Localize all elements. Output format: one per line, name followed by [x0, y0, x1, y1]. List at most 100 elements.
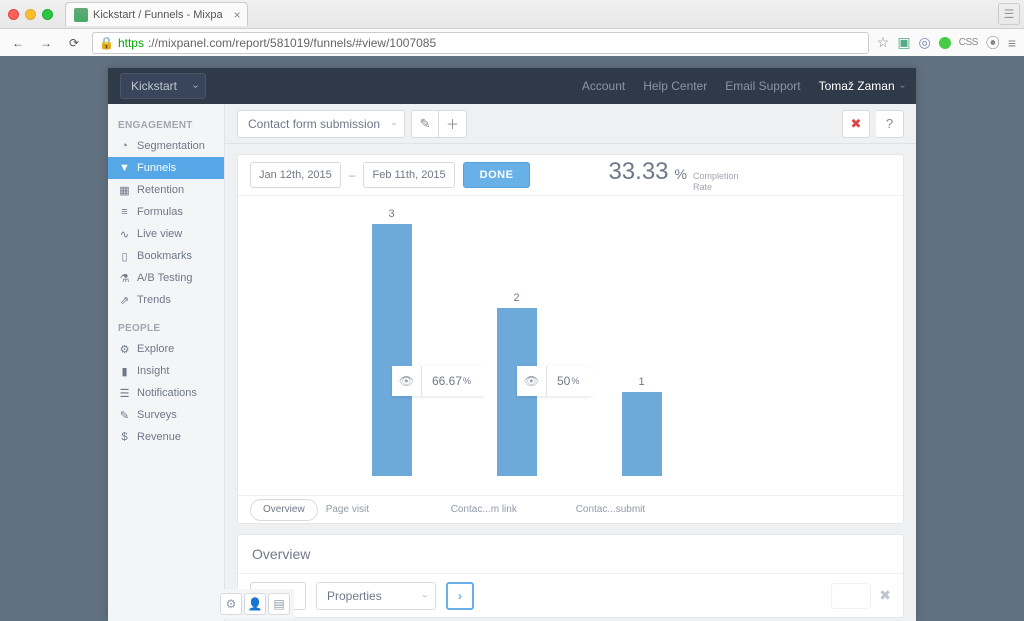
- sidebar-icon: $: [118, 431, 131, 444]
- url-path: ://mixpanel.com/report/581019/funnels/#v…: [148, 36, 436, 50]
- overview-controls: BY Properties › ✖: [238, 573, 903, 617]
- url-scheme: https: [118, 36, 144, 50]
- plus-icon: ＋: [446, 114, 459, 133]
- star-icon[interactable]: ☆: [877, 34, 890, 51]
- save-button[interactable]: ▤: [268, 593, 290, 615]
- conversion-value: 50%: [547, 366, 591, 396]
- completion-value: 33.33: [608, 158, 668, 186]
- hamburger-icon[interactable]: ≡: [1008, 35, 1016, 51]
- sidebar-icon: ▯: [118, 250, 131, 263]
- edit-button[interactable]: ✎: [411, 110, 439, 138]
- add-button[interactable]: ＋: [439, 110, 467, 138]
- bar: [372, 224, 412, 476]
- sidebar-item-label: Retention: [137, 184, 184, 196]
- sidebar-icon: ▮: [118, 365, 131, 378]
- sidebar-item-formulas[interactable]: ≡Formulas: [108, 201, 224, 223]
- sidebar-item-revenue[interactable]: $ Revenue: [108, 426, 224, 448]
- sidebar-item-bookmarks[interactable]: ▯ Bookmarks: [108, 245, 224, 267]
- minimize-window[interactable]: [25, 9, 36, 20]
- x-label-2[interactable]: Contac...submit: [576, 504, 701, 515]
- conversion-tag[interactable]: 👁66.67%: [392, 366, 483, 396]
- done-button[interactable]: DONE: [463, 162, 531, 188]
- back-button[interactable]: ←: [8, 33, 28, 53]
- date-to[interactable]: Feb 11th, 2015: [363, 162, 454, 188]
- overview-pill[interactable]: Overview: [250, 499, 318, 521]
- sidebar-icon: ☰: [118, 387, 131, 400]
- disabled-control: [831, 583, 871, 609]
- help-button[interactable]: ?: [876, 110, 904, 138]
- ext-icon-2[interactable]: ◎: [919, 34, 931, 51]
- sidebar-item-label: Live view: [137, 228, 182, 240]
- ext-icon-3[interactable]: [939, 37, 951, 49]
- lock-icon: 🔒: [99, 36, 114, 50]
- people-button[interactable]: 👤: [244, 593, 266, 615]
- sidebar-icon: ⇗: [118, 294, 131, 307]
- sidebar-item-retention[interactable]: ▦ Retention: [108, 179, 224, 201]
- x-label-1[interactable]: Contac...m link: [451, 504, 576, 515]
- sidebar-icon: ▦: [118, 184, 131, 197]
- extension-icons: ☆ ▣ ◎ CSS ⦿ ≡: [877, 33, 1016, 53]
- sidebar-item-insight[interactable]: ▮ Insight: [108, 360, 224, 382]
- conversion-value: 66.67%: [422, 366, 483, 396]
- date-from[interactable]: Jan 12th, 2015: [250, 162, 341, 188]
- sidebar-item-live-view[interactable]: ∿ Live view: [108, 223, 224, 245]
- help-center-link[interactable]: Help Center: [643, 79, 707, 93]
- sidebar-icon: ▼: [118, 162, 131, 175]
- reload-button[interactable]: ⟳: [64, 33, 84, 53]
- remove-filter[interactable]: ✖: [879, 587, 891, 604]
- maximize-window[interactable]: [42, 9, 53, 20]
- account-link[interactable]: Account: [582, 79, 625, 93]
- ext-icon-4[interactable]: ⦿: [986, 33, 1000, 53]
- close-window[interactable]: [8, 9, 19, 20]
- tab-title: Kickstart / Funnels - Mixpa: [93, 9, 223, 21]
- browser-tab[interactable]: Kickstart / Funnels - Mixpa ×: [65, 2, 248, 26]
- sidebar-icon: ∿: [118, 228, 131, 241]
- sidebar-item-label: Revenue: [137, 431, 181, 443]
- sidebar-item-label: Insight: [137, 365, 169, 377]
- forward-button[interactable]: →: [36, 33, 56, 53]
- date-controls: Jan 12th, 2015 – Feb 11th, 2015 DONE 33.…: [238, 155, 903, 195]
- delete-button[interactable]: ✖: [842, 110, 870, 138]
- chevron-right-icon: ›: [458, 589, 462, 603]
- user-menu-button[interactable]: ☰: [998, 3, 1020, 25]
- funnel-chart: 321👁66.67%👁50%: [238, 195, 903, 495]
- close-tab-icon[interactable]: ×: [234, 8, 241, 22]
- conversion-tag[interactable]: 👁50%: [517, 366, 591, 396]
- sidebar-item-explore[interactable]: ⚙Explore: [108, 338, 224, 360]
- sidebar-item-a-b-testing[interactable]: ⚗A/B Testing: [108, 267, 224, 289]
- sidebar-icon: ⚙: [118, 343, 131, 356]
- floppy-icon: ▤: [273, 597, 284, 611]
- ext-icon-1[interactable]: ▣: [897, 34, 910, 51]
- settings-button[interactable]: ⚙: [220, 593, 242, 615]
- sidebar-item-trends[interactable]: ⇗ Trends: [108, 289, 224, 311]
- address-bar[interactable]: 🔒 https ://mixpanel.com/report/581019/fun…: [92, 32, 869, 54]
- completion-rate: 33.33% CompletionRate: [608, 158, 738, 193]
- email-support-link[interactable]: Email Support: [725, 79, 800, 93]
- sidebar-icon: ◔: [118, 140, 131, 153]
- next-arrow-button[interactable]: ›: [446, 582, 474, 610]
- css-ext-icon[interactable]: CSS: [959, 37, 978, 48]
- sidebar-item-surveys[interactable]: ✎Surveys: [108, 404, 224, 426]
- user-name: Tomaž Zaman: [819, 79, 895, 93]
- overview-title: Overview: [238, 535, 903, 573]
- sidebar-item-segmentation[interactable]: ◔Segmentation: [108, 135, 224, 157]
- sidebar-item-label: Formulas: [137, 206, 183, 218]
- window-controls[interactable]: [8, 9, 53, 20]
- bottom-toolbar: ⚙ 👤 ▤: [216, 589, 294, 619]
- funnel-step[interactable]: 3: [329, 208, 454, 476]
- x-label-0[interactable]: Page visit: [326, 504, 451, 515]
- sidebar-item-label: Bookmarks: [137, 250, 192, 262]
- sidebar-item-label: Notifications: [137, 387, 197, 399]
- properties-dropdown[interactable]: Properties: [316, 582, 436, 610]
- project-dropdown[interactable]: Kickstart: [120, 73, 206, 99]
- sidebar-item-notifications[interactable]: ☰ Notifications: [108, 382, 224, 404]
- funnel-dropdown[interactable]: Contact form submission: [237, 110, 405, 138]
- toolbar: Contact form submission ✎ ＋ ✖ ?: [225, 104, 916, 144]
- bar-value-label: 2: [513, 292, 519, 304]
- chart-x-axis: Overview Page visit Contac...m link Cont…: [238, 495, 903, 523]
- sidebar-item-label: Trends: [137, 294, 171, 306]
- pencil-icon: ✎: [420, 116, 431, 132]
- user-menu[interactable]: Tomaž Zaman: [819, 79, 904, 93]
- sidebar-item-funnels[interactable]: ▼Funnels: [108, 157, 224, 179]
- sidebar-heading-engagement: ENGAGEMENT: [108, 114, 224, 135]
